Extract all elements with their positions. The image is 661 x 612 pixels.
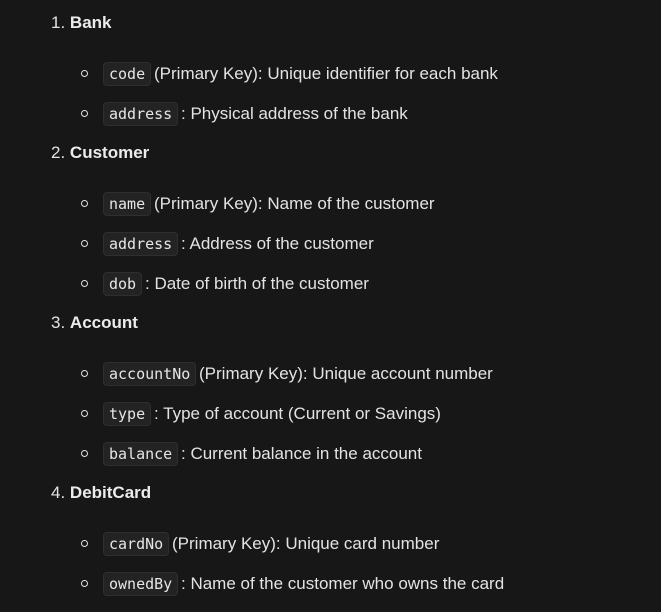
entity-list-document: 1. Bank code (Primary Key): Unique ident…	[0, 0, 661, 612]
field-description: : Address of the customer	[181, 234, 374, 253]
circle-bullet-icon	[81, 200, 88, 207]
section-heading: 1. Bank	[51, 10, 112, 36]
section-number: 4.	[51, 483, 66, 502]
field-code: cardNo	[103, 532, 170, 556]
field-code: address	[103, 232, 179, 256]
field-code: dob	[103, 272, 143, 296]
field-description: : Name of the customer who owns the card	[181, 574, 505, 593]
field-description: (Primary Key): Unique card number	[172, 534, 440, 553]
circle-bullet-icon	[81, 280, 88, 287]
field-code: code	[103, 62, 152, 86]
section-title: Customer	[69, 143, 150, 162]
field-code: ownedBy	[103, 572, 179, 596]
field-description: (Primary Key): Unique identifier for eac…	[154, 64, 498, 83]
section-number: 3.	[51, 313, 66, 332]
field-code: address	[103, 102, 179, 126]
field-code: name	[103, 192, 152, 216]
field-description: : Type of account (Current or Savings)	[154, 404, 441, 423]
circle-bullet-icon	[81, 110, 88, 117]
field-description: (Primary Key): Unique account number	[199, 364, 493, 383]
section-heading: 2. Customer	[51, 140, 149, 166]
section-title: DebitCard	[69, 483, 152, 502]
section-number: 2.	[51, 143, 66, 162]
section-heading: 3. Account	[51, 310, 138, 336]
circle-bullet-icon	[81, 540, 88, 547]
section-title: Account	[69, 313, 138, 332]
field-description: : Physical address of the bank	[181, 104, 408, 123]
section-heading: 4. DebitCard	[51, 480, 151, 506]
field-description: (Primary Key): Name of the customer	[154, 194, 435, 213]
circle-bullet-icon	[81, 240, 88, 247]
circle-bullet-icon	[81, 370, 88, 377]
circle-bullet-icon	[81, 580, 88, 587]
field-code: accountNo	[103, 362, 197, 386]
field-code: balance	[103, 442, 179, 466]
section-number: 1.	[51, 13, 66, 32]
circle-bullet-icon	[81, 410, 88, 417]
circle-bullet-icon	[81, 70, 88, 77]
section-title: Bank	[69, 13, 112, 32]
circle-bullet-icon	[81, 450, 88, 457]
field-code: type	[103, 402, 152, 426]
field-description: : Date of birth of the customer	[145, 274, 369, 293]
field-description: : Current balance in the account	[181, 444, 422, 463]
